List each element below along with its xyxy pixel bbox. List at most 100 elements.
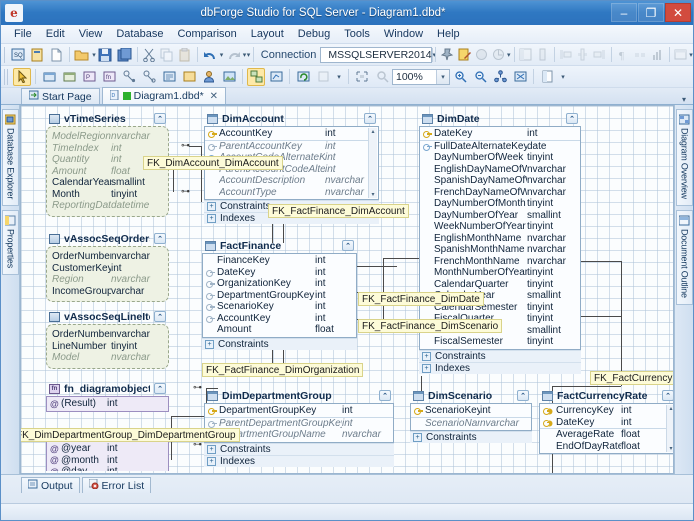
expand-icon[interactable]: + (207, 445, 216, 454)
align-right-icon[interactable] (592, 46, 607, 64)
group-constraints[interactable]: + Constraints (204, 443, 394, 455)
column-row[interactable]: OrderNumbernvarchar (47, 251, 168, 263)
zoom-combo[interactable]: 100% ▾ (392, 69, 450, 85)
column-row[interactable]: WeekNumberOfYeartinyint (420, 221, 580, 233)
column-row[interactable]: EndOfDayRatefloat (540, 441, 666, 453)
menu-help[interactable]: Help (430, 27, 467, 41)
column-row[interactable]: OrganizationKeyint (203, 278, 356, 290)
collapse-icon[interactable]: ⌃ (364, 113, 376, 124)
group-indexes[interactable]: + Indexes (419, 362, 581, 374)
menu-comparison[interactable]: Comparison (170, 27, 243, 41)
new-document-icon[interactable] (29, 46, 46, 64)
entity-header[interactable]: DimAccount ⌃ (204, 111, 379, 126)
column-row[interactable]: AccountKeyint (205, 128, 368, 141)
entity-header[interactable]: vTimeSeries ⌃ (46, 111, 169, 126)
toolbar-grip[interactable] (4, 69, 9, 85)
new-relation-many-icon[interactable] (140, 68, 158, 86)
group-constraints[interactable]: + Constraints (419, 350, 581, 362)
menu-layout[interactable]: Layout (244, 27, 291, 41)
collapse-icon[interactable]: ⌃ (342, 240, 354, 251)
zoom-tool-icon[interactable] (373, 68, 391, 86)
column-row[interactable]: EnglishMonthNamenvarchar (420, 233, 580, 245)
column-row[interactable]: DateKeyint (540, 417, 666, 430)
paste-icon[interactable] (177, 46, 193, 64)
sidebar-item-properties[interactable]: Properties (2, 210, 19, 275)
entity-vassocseqorders[interactable]: vAssocSeqOrders ⌃ OrderNumbernvarchar Cu… (46, 231, 169, 302)
add-user-icon[interactable] (200, 68, 218, 86)
close-button[interactable]: ✕ (665, 3, 691, 22)
column-row[interactable]: Monthtinyint (47, 189, 168, 201)
entity-header[interactable]: DimDepartmentGroup ⌃ (204, 388, 394, 403)
connection-overflow-icon[interactable]: ▾ (507, 51, 511, 59)
align-left-icon[interactable] (558, 46, 573, 64)
expand-icon[interactable]: + (205, 340, 214, 349)
add-image-icon[interactable] (220, 68, 238, 86)
menu-debug[interactable]: Debug (291, 27, 337, 41)
page-overflow-icon[interactable]: ▾ (557, 73, 569, 81)
new-file-icon[interactable] (48, 46, 65, 64)
column-row[interactable]: IncomeGroupvarchar (47, 286, 168, 298)
entity-header[interactable]: FactCurrencyRate ⌃ (539, 388, 674, 403)
menu-database[interactable]: Database (109, 27, 170, 41)
entity-header[interactable]: fn fn_diagramobjects ⌃ (46, 381, 169, 396)
tab-output[interactable]: Output (21, 477, 80, 493)
tab-diagram1[interactable]: D Diagram1.dbd* ✕ (102, 87, 226, 104)
menu-edit[interactable]: Edit (39, 27, 72, 41)
entity-vassocseqlineitems[interactable]: vAssocSeqLineItems ⌃ OrderNumbernvarchar… (46, 309, 169, 369)
new-note-icon[interactable] (160, 68, 178, 86)
toolbar-grip[interactable] (4, 47, 6, 63)
column-row[interactable]: FiscalSemestertinyint (420, 336, 580, 348)
entity-header[interactable]: DimScenario ⌃ (410, 388, 532, 403)
diagram-layout-icon[interactable] (247, 68, 265, 86)
save-icon[interactable] (97, 46, 114, 64)
collapse-icon[interactable]: ⌃ (154, 233, 166, 244)
page-setup-icon[interactable] (538, 68, 556, 86)
expand-icon[interactable]: + (422, 364, 431, 373)
chevron-down-icon[interactable]: ▾ (436, 70, 449, 84)
print-preview-icon[interactable] (314, 68, 332, 86)
new-relation-one-icon[interactable] (120, 68, 138, 86)
sidebar-item-diagram-overview[interactable]: Diagram Overview (676, 109, 693, 206)
collapse-icon[interactable]: ⌃ (517, 390, 529, 401)
column-row[interactable]: AverageRatefloat (540, 429, 666, 441)
column-row[interactable]: LineNumbertinyint (47, 341, 168, 353)
pointer-tool-icon[interactable] (13, 68, 31, 86)
column-row[interactable]: CalendarYearsmallint (47, 177, 168, 189)
undo-icon[interactable] (202, 46, 219, 64)
fit-to-window-icon[interactable] (353, 68, 371, 86)
zoom-region-icon[interactable] (511, 68, 529, 86)
minimize-button[interactable]: – (611, 3, 637, 22)
entity-scrollbar[interactable]: ▴▾ (368, 128, 377, 198)
entity-factcurrencyrate[interactable]: FactCurrencyRate ⌃ CurrencyKeyint DateKe… (539, 388, 674, 454)
column-row[interactable]: AccountTypenvarchar (205, 187, 368, 199)
refresh-connection-icon[interactable] (491, 46, 506, 64)
sidebar-item-document-outline[interactable]: Document Outline (676, 210, 693, 305)
new-function-icon[interactable]: fn (100, 68, 118, 86)
chart-icon[interactable] (650, 46, 665, 64)
column-row[interactable]: FinanceKeyint (203, 255, 356, 267)
new-sql-icon[interactable]: SQ (10, 46, 27, 64)
column-row[interactable]: OrderNumbernvarchar (47, 329, 168, 341)
toolbar-overflow-icon[interactable]: ▾ (246, 51, 250, 59)
expand-icon[interactable]: + (413, 433, 422, 442)
collapse-icon[interactable]: ⌃ (154, 311, 166, 322)
column-row[interactable]: ModelRegionnvarchar (47, 131, 168, 143)
column-row[interactable]: CalendarQuartertinyint (420, 279, 580, 291)
new-view-icon[interactable] (60, 68, 78, 86)
column-row[interactable]: @ (Result) int (47, 398, 168, 410)
tab-start-page[interactable]: Start Page (21, 88, 100, 104)
entity-header[interactable]: DimDate ⌃ (419, 111, 581, 126)
zoom-to-fit-icon[interactable] (491, 68, 509, 86)
column-row[interactable]: CurrencyKeyint (540, 405, 666, 417)
cut-icon[interactable] (141, 46, 157, 64)
sidebar-item-database-explorer[interactable]: Database Explorer (2, 109, 19, 206)
paragraph-icon[interactable]: ¶ (616, 46, 631, 64)
collapse-icon[interactable]: ⌃ (379, 390, 391, 401)
column-row[interactable]: FrenchDayNameOfWeeknvarchar (420, 187, 580, 199)
column-row[interactable]: @ @month int (47, 455, 168, 467)
menu-file[interactable]: File (7, 27, 39, 41)
entity-scrollbar[interactable]: ▴▾ (666, 405, 674, 452)
window-layout-icon[interactable] (673, 46, 688, 64)
collapse-icon[interactable]: ⌃ (154, 113, 166, 124)
layout-panel-icon[interactable] (518, 46, 533, 64)
